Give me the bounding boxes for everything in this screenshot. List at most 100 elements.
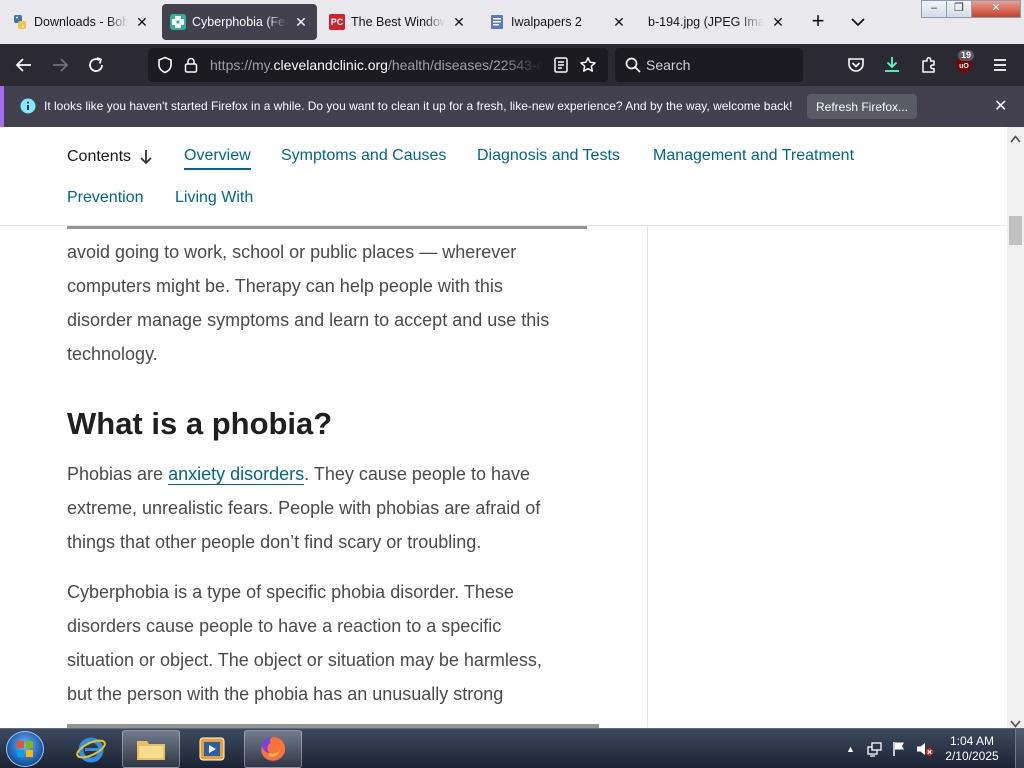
reader-view-icon[interactable] <box>552 56 570 79</box>
new-tab-button[interactable]: + <box>806 10 830 34</box>
url-path: /health/diseases/22543-c <box>387 57 542 73</box>
refresh-firefox-button[interactable]: Refresh Firefox... <box>807 94 917 119</box>
toc-link-overview[interactable]: Overview <box>184 147 251 170</box>
extensions-puzzle-icon[interactable] <box>917 53 941 77</box>
shield-icon[interactable] <box>156 56 174 79</box>
start-button[interactable] <box>6 731 44 767</box>
paragraph-line: extreme, unrealistic fears. People with … <box>67 498 541 518</box>
info-icon <box>20 98 36 119</box>
lock-icon[interactable] <box>183 56 199 79</box>
tab-title: Cyberphobia (Fear <box>192 15 287 29</box>
scrollbar-thumb[interactable] <box>1009 216 1022 245</box>
internet-explorer-icon <box>76 737 106 763</box>
show-desktop-button[interactable] <box>1015 729 1024 768</box>
list-all-tabs-button[interactable] <box>846 10 870 34</box>
notification-message: It looks like you haven't started Firefo… <box>44 99 793 113</box>
close-icon[interactable]: ✕ <box>994 96 1007 116</box>
paragraph-line: Cyberphobia is a type of specific phobia… <box>67 582 514 602</box>
intro-line: disorder manage symptoms and learn to ac… <box>67 310 550 330</box>
url-prefix: https://my. <box>210 57 274 73</box>
intro-line: technology. <box>67 344 158 364</box>
navigation-toolbar: https://my.clevelandclinic.org/health/di… <box>0 44 1024 86</box>
restore-window-button[interactable]: ❐ <box>946 0 972 18</box>
downloads-icon[interactable] <box>880 53 904 77</box>
toc-link-management-and-treatment[interactable]: Management and Treatment <box>653 147 854 165</box>
vertical-scrollbar[interactable] <box>1007 127 1024 728</box>
intro-line: computers might be. Therapy can help peo… <box>67 276 503 296</box>
tab-jpeg-image[interactable]: b-194.jpg (JPEG Image, ✕ <box>640 4 794 40</box>
close-icon[interactable]: ✕ <box>451 14 467 30</box>
firefox-icon <box>261 737 286 761</box>
toc-link-prevention[interactable]: Prevention <box>67 189 144 207</box>
text-segment: Phobias are <box>67 464 169 484</box>
tab-title: Iwalpapers 2 <box>511 15 582 29</box>
toc-link-diagnosis-and-tests[interactable]: Diagnosis and Tests <box>477 147 620 165</box>
hamburger-menu-icon[interactable] <box>988 53 1012 77</box>
python-icon <box>12 14 28 30</box>
sidebar-divider <box>647 226 648 728</box>
notification-bar: It looks like you haven't started Firefo… <box>0 86 1024 127</box>
chevron-down-icon <box>851 18 865 27</box>
taskbar-clock[interactable]: 1:04 AM 2/10/2025 <box>930 734 1014 764</box>
taskbar-file-explorer[interactable] <box>122 730 180 768</box>
tab-title: Downloads - Bob P <box>34 15 128 29</box>
tab-best-windows[interactable]: PC The Best Windows ✕ <box>321 4 475 40</box>
close-icon[interactable]: ✕ <box>293 14 309 30</box>
tab-title: The Best Windows <box>351 15 445 29</box>
close-icon[interactable]: ✕ <box>611 14 627 30</box>
intro-line: avoid going to work, school or public pl… <box>67 242 517 262</box>
scroll-up-arrow-icon[interactable] <box>1010 130 1021 148</box>
pocket-icon[interactable] <box>844 53 868 77</box>
search-icon <box>624 56 642 79</box>
text-segment: . They cause people to have <box>304 464 530 484</box>
paragraph-line: but the person with the phobia has an un… <box>67 684 504 704</box>
close-window-button[interactable]: ✕ <box>971 0 1021 18</box>
back-arrow-icon <box>15 58 31 72</box>
reload-button[interactable] <box>84 53 108 77</box>
tab-iwalpapers[interactable]: Iwalpapers 2 ✕ <box>481 4 635 40</box>
toc-link-living-with[interactable]: Living With <box>175 189 253 207</box>
network-icon[interactable] <box>867 741 883 762</box>
windows-taskbar: ▲ 1:04 AM 2/10/2025 <box>0 728 1024 768</box>
forward-button[interactable] <box>48 53 72 77</box>
search-placeholder: Search <box>646 57 691 73</box>
show-hidden-icons-arrow-icon[interactable]: ▲ <box>846 744 855 754</box>
paragraph-line: situation or object. The object or situa… <box>67 650 542 670</box>
minimize-window-button[interactable]: – <box>921 0 947 18</box>
search-bar[interactable]: Search <box>615 48 803 82</box>
url-host: clevelandclinic.org <box>273 57 388 73</box>
folder-icon <box>137 741 165 760</box>
taskbar-internet-explorer[interactable] <box>62 730 120 768</box>
tab-cyberphobia[interactable]: Cyberphobia (Fear ✕ <box>162 4 317 40</box>
url-text[interactable]: https://my.clevelandclinic.org/health/di… <box>210 57 542 73</box>
tab-downloads[interactable]: Downloads - Bob P ✕ <box>4 4 158 40</box>
toc-link-symptoms-and-causes[interactable]: Symptoms and Causes <box>281 147 446 165</box>
page-content: Contents Overview Symptoms and Causes Di… <box>0 127 1007 728</box>
close-icon[interactable]: ✕ <box>770 14 786 30</box>
close-icon[interactable]: ✕ <box>134 14 150 30</box>
arrow-down-icon <box>139 149 153 165</box>
address-bar[interactable]: https://my.clevelandclinic.org/health/di… <box>148 48 608 82</box>
reload-icon <box>89 57 103 72</box>
forward-arrow-icon <box>53 58 69 72</box>
paragraph-line: disorders cause people to have a reactio… <box>67 616 502 636</box>
bookmark-star-icon[interactable] <box>579 56 597 79</box>
table-of-contents-bar: Contents Overview Symptoms and Causes Di… <box>0 127 1007 226</box>
extension-badge-count: 19 <box>958 50 975 61</box>
clock-date: 2/10/2025 <box>945 749 999 763</box>
section-heading: What is a phobia? <box>67 406 333 441</box>
taskbar-firefox[interactable] <box>244 730 302 768</box>
back-button[interactable] <box>12 53 36 77</box>
pcmag-icon: PC <box>329 14 345 30</box>
anxiety-disorders-link[interactable]: anxiety disorders <box>168 464 305 485</box>
action-center-flag-icon[interactable] <box>891 740 907 762</box>
paragraph-line: Phobias are anxiety disorders. They caus… <box>67 464 530 485</box>
toc-contents-toggle[interactable]: Contents <box>67 148 153 166</box>
tab-title: b-194.jpg (JPEG Image, <box>648 15 764 29</box>
paragraph-line: things that other people don’t find scar… <box>67 532 482 552</box>
media-player-icon <box>199 737 225 761</box>
tab-strip: Downloads - Bob P ✕ Cyberphobia (Fear ✕ … <box>0 0 1024 44</box>
taskbar-media-player[interactable] <box>183 730 241 768</box>
cleveland-clinic-icon <box>170 14 186 30</box>
toc-contents-label: Contents <box>67 148 132 165</box>
